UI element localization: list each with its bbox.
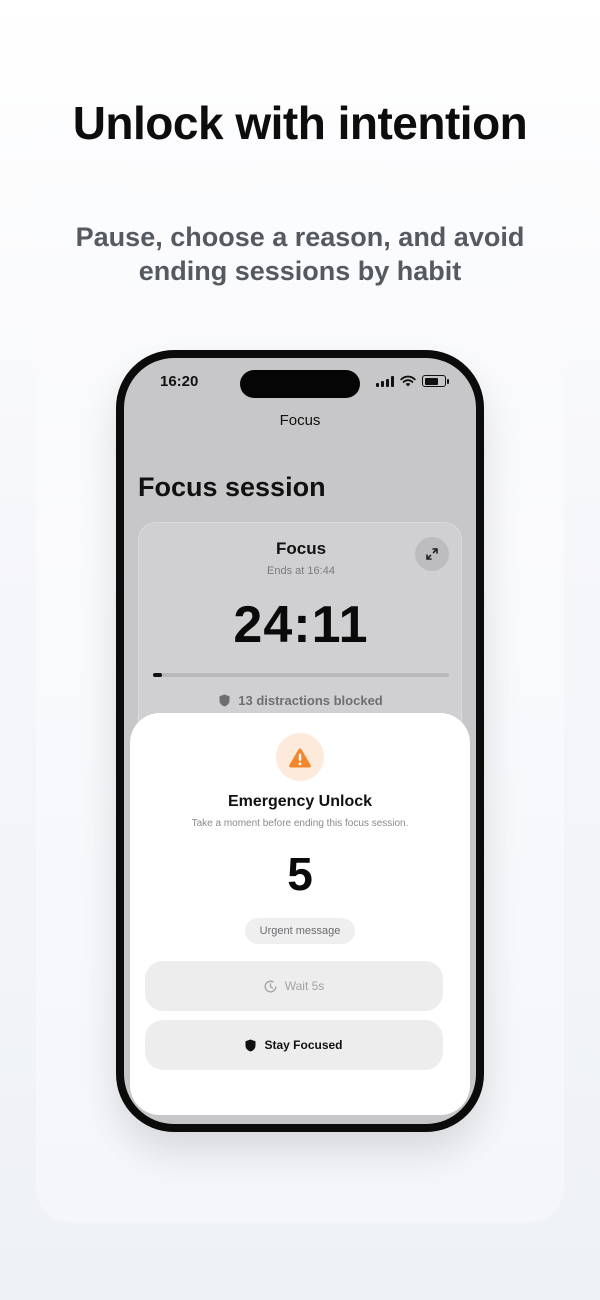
shield-icon [245, 1039, 256, 1051]
distractions-blocked-label: 13 distractions blocked [238, 693, 383, 708]
status-time: 16:20 [160, 373, 199, 390]
sheet-title: Emergency Unlock [227, 793, 373, 810]
phone-screen: 16:20 Focus Focus session Focus Ends at … [124, 358, 476, 1124]
expand-arrows-icon [426, 548, 438, 560]
sheet-subtitle: Take a moment before ending this focus s… [191, 818, 409, 829]
timer-icon [264, 980, 277, 992]
distractions-blocked: 13 distractions blocked [139, 693, 463, 708]
wifi-icon [400, 375, 416, 387]
headline: Unlock with intention [72, 97, 528, 149]
stay-focused-label: Stay Focused [264, 1038, 343, 1052]
status-icons [376, 375, 449, 387]
warning-triangle-icon [289, 748, 311, 767]
shield-icon [219, 694, 230, 707]
session-end-time: Ends at 16:44 [267, 565, 335, 577]
unlock-countdown: 5 [287, 848, 313, 900]
phone-frame: 16:20 Focus Focus session Focus Ends at … [116, 350, 484, 1132]
session-progress-bar [153, 673, 449, 677]
wait-button-label: Wait 5s [284, 979, 325, 993]
emergency-unlock-sheet: Emergency Unlock Take a moment before en… [130, 713, 470, 1115]
expand-button[interactable] [415, 537, 449, 571]
subheadline: Pause, choose a reason, and avoid ending… [75, 222, 525, 286]
nav-title: Focus [279, 412, 321, 429]
battery-icon [422, 375, 449, 387]
stay-focused-button[interactable]: Stay Focused [145, 1020, 443, 1070]
warning-badge [276, 733, 324, 781]
cellular-signal-icon [376, 375, 394, 387]
page-title: Focus session [138, 472, 326, 502]
dynamic-island [240, 370, 360, 398]
reason-chip[interactable]: Urgent message [245, 918, 355, 944]
session-progress-fill [153, 673, 162, 677]
session-timer: 24:11 [233, 596, 369, 654]
wait-button[interactable]: Wait 5s [145, 961, 443, 1011]
reason-chip-label: Urgent message [259, 925, 341, 937]
